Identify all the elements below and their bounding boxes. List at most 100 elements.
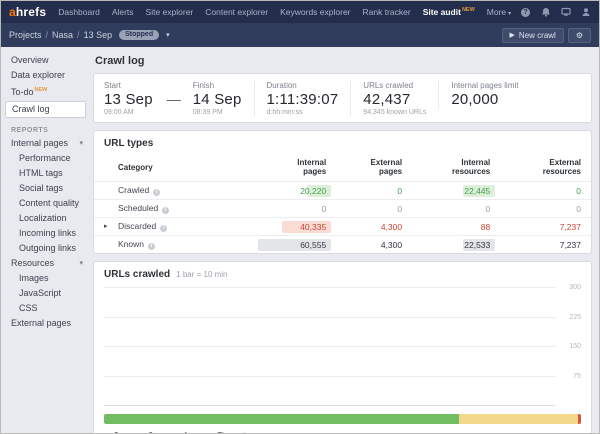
sidebar-item-content-quality[interactable]: Content quality — [1, 196, 91, 211]
sidebar-item-to-do[interactable]: To-doNEW — [1, 83, 91, 100]
legend-item-2xx[interactable]: 2xx — [104, 431, 126, 433]
sidebar-item-javascript[interactable]: JavaScript — [1, 286, 91, 301]
stat-duration: Duration1:11:39:07d:hh:mm:ss — [254, 81, 351, 116]
breadcrumb-nasa[interactable]: Nasa — [52, 30, 73, 40]
y-axis-tick: 75 — [573, 373, 581, 380]
nav-item-content-explorer[interactable]: Content explorer — [205, 7, 268, 17]
sidebar-item-label: Content quality — [19, 198, 79, 209]
info-icon[interactable]: i — [153, 189, 160, 196]
sidebar-item-html-tags[interactable]: HTML tags — [1, 166, 91, 181]
nav-item-dashboard[interactable]: Dashboard — [58, 7, 100, 17]
cell-value: 20,220 — [300, 186, 326, 196]
stat-label: Finish — [193, 81, 242, 90]
table-cell: 4,300 — [336, 218, 412, 236]
sidebar-item-resources[interactable]: Resources▾ — [1, 256, 91, 271]
urls-crawled-chart: 75150225300 — [104, 288, 581, 406]
project-bar-actions: ▶New crawl ⚙ — [502, 28, 591, 43]
bell-icon[interactable] — [540, 7, 551, 18]
nav-item-label: Site explorer — [146, 7, 194, 17]
sidebar-item-internal-pages[interactable]: Internal pages ▾ — [1, 136, 91, 151]
legend-item-timeout[interactable]: Timeout — [207, 431, 246, 433]
table-cell: 0 — [500, 200, 591, 218]
nav-item-rank-tracker[interactable]: Rank tracker — [363, 7, 411, 17]
cell-value: 0 — [486, 204, 491, 214]
cell-value: 4,300 — [381, 222, 402, 232]
sidebar-item-performance[interactable]: Performance — [1, 151, 91, 166]
cell-value: 0 — [397, 186, 402, 196]
table-cell: 0 — [336, 200, 412, 218]
info-icon[interactable]: i — [160, 225, 167, 232]
legend-item-3xx[interactable]: 3xx — [138, 431, 160, 433]
sidebar-item-label: Crawl log — [12, 104, 50, 115]
user-icon[interactable] — [580, 7, 591, 18]
nav-item-label: Site audit — [423, 7, 461, 17]
page-title: Crawl log — [95, 55, 592, 67]
nav-item-site-audit[interactable]: Site auditNEW — [423, 7, 475, 17]
nav-item-label: Content explorer — [205, 7, 268, 17]
info-icon[interactable]: i — [148, 243, 155, 250]
sidebar-item-label: Outgoing links — [19, 243, 76, 254]
stat-sub: 94,345 known URLs — [363, 109, 426, 116]
sidebar-item-label: Internal pages — [11, 138, 68, 149]
nav-item-site-explorer[interactable]: Site explorer — [146, 7, 194, 17]
new-badge: NEW — [35, 87, 48, 93]
sidebar-item-crawl-log[interactable]: Crawl log — [5, 101, 86, 118]
monitor-icon[interactable] — [560, 7, 571, 18]
stat-urls-crawled: URLs crawled42,43794,345 known URLs — [350, 81, 438, 116]
breadcrumb-separator: / — [46, 30, 49, 40]
chevron-down-icon[interactable]: ▾ — [79, 138, 83, 149]
content-area: OverviewData explorerTo-doNEWCrawl logRE… — [1, 47, 599, 433]
legend-dot — [173, 433, 179, 434]
help-icon[interactable]: ? — [520, 7, 531, 18]
sidebar-item-external-pages[interactable]: External pages — [1, 316, 91, 331]
expand-icon[interactable]: ▸ — [104, 222, 108, 230]
sidebar-item-label: Data explorer — [11, 70, 65, 81]
sidebar-item-localization[interactable]: Localization — [1, 211, 91, 226]
column-header: External pages — [336, 155, 412, 182]
breadcrumb-projects[interactable]: Projects — [9, 30, 42, 40]
nav-item-label: Alerts — [112, 7, 134, 17]
sidebar-item-outgoing-links[interactable]: Outgoing links — [1, 241, 91, 256]
nav-item-more[interactable]: More▾ — [487, 7, 511, 17]
crawl-summary-card: Start13 Sep09:00 AM—Finish14 Sep08:39 PM… — [93, 73, 592, 123]
cell-value: 88 — [481, 222, 490, 232]
info-icon[interactable]: i — [162, 207, 169, 214]
legend-item-4xx[interactable]: 4xx — [173, 431, 195, 433]
category-label: Crawled — [118, 185, 149, 195]
settings-button[interactable]: ⚙ — [568, 28, 591, 43]
sidebar-item-label: Performance — [19, 153, 71, 164]
legend-dot — [138, 433, 144, 434]
sidebar-item-social-tags[interactable]: Social tags — [1, 181, 91, 196]
table-cell: 7,237 — [500, 218, 591, 236]
sidebar-item-overview[interactable]: Overview — [1, 53, 91, 68]
sidebar-item-data-explorer[interactable]: Data explorer — [1, 68, 91, 83]
chevron-down-icon[interactable]: ▾ — [79, 258, 83, 269]
stat-value: 14 Sep — [193, 91, 242, 108]
column-header: Internal pages — [263, 155, 336, 182]
totals-segment-2xx — [104, 414, 459, 424]
stat-internal-pages-limit: Internal pages limit20,000 — [438, 81, 530, 109]
nav-item-alerts[interactable]: Alerts — [112, 7, 134, 17]
chevron-down-icon[interactable]: ▾ — [166, 31, 170, 39]
nav-item-keywords-explorer[interactable]: Keywords explorer — [280, 7, 350, 17]
url-types-title: URL types — [94, 131, 591, 155]
nav-item-label: More — [487, 7, 506, 17]
table-row: ▸Discardedi40,3354,300887,237 — [94, 218, 591, 236]
status-totals-bar — [104, 414, 581, 424]
chart-legend: 2xx 3xx 4xx Timeout — [104, 431, 581, 433]
sidebar-item-css[interactable]: CSS — [1, 301, 91, 316]
table-cell: 22,445 — [412, 182, 500, 200]
logo-rest: hrefs — [16, 5, 46, 19]
chart-subtitle: 1 bar = 10 min — [176, 270, 227, 279]
y-axis-tick: 150 — [569, 343, 581, 350]
breadcrumb-13-sep[interactable]: 13 Sep — [84, 30, 113, 40]
gear-icon: ⚙ — [576, 31, 583, 40]
app-window: ahrefs Dashboard Alerts Site explorer Conte… — [0, 0, 600, 434]
table-cell: 7,237 — [500, 236, 591, 254]
new-crawl-button[interactable]: ▶New crawl — [502, 28, 564, 43]
sidebar-item-incoming-links[interactable]: Incoming links — [1, 226, 91, 241]
table-row: Scheduledi0000 — [94, 200, 591, 218]
ahrefs-logo[interactable]: ahrefs — [9, 5, 46, 19]
sidebar-item-images[interactable]: Images — [1, 271, 91, 286]
cell-value: 7,237 — [560, 240, 581, 250]
